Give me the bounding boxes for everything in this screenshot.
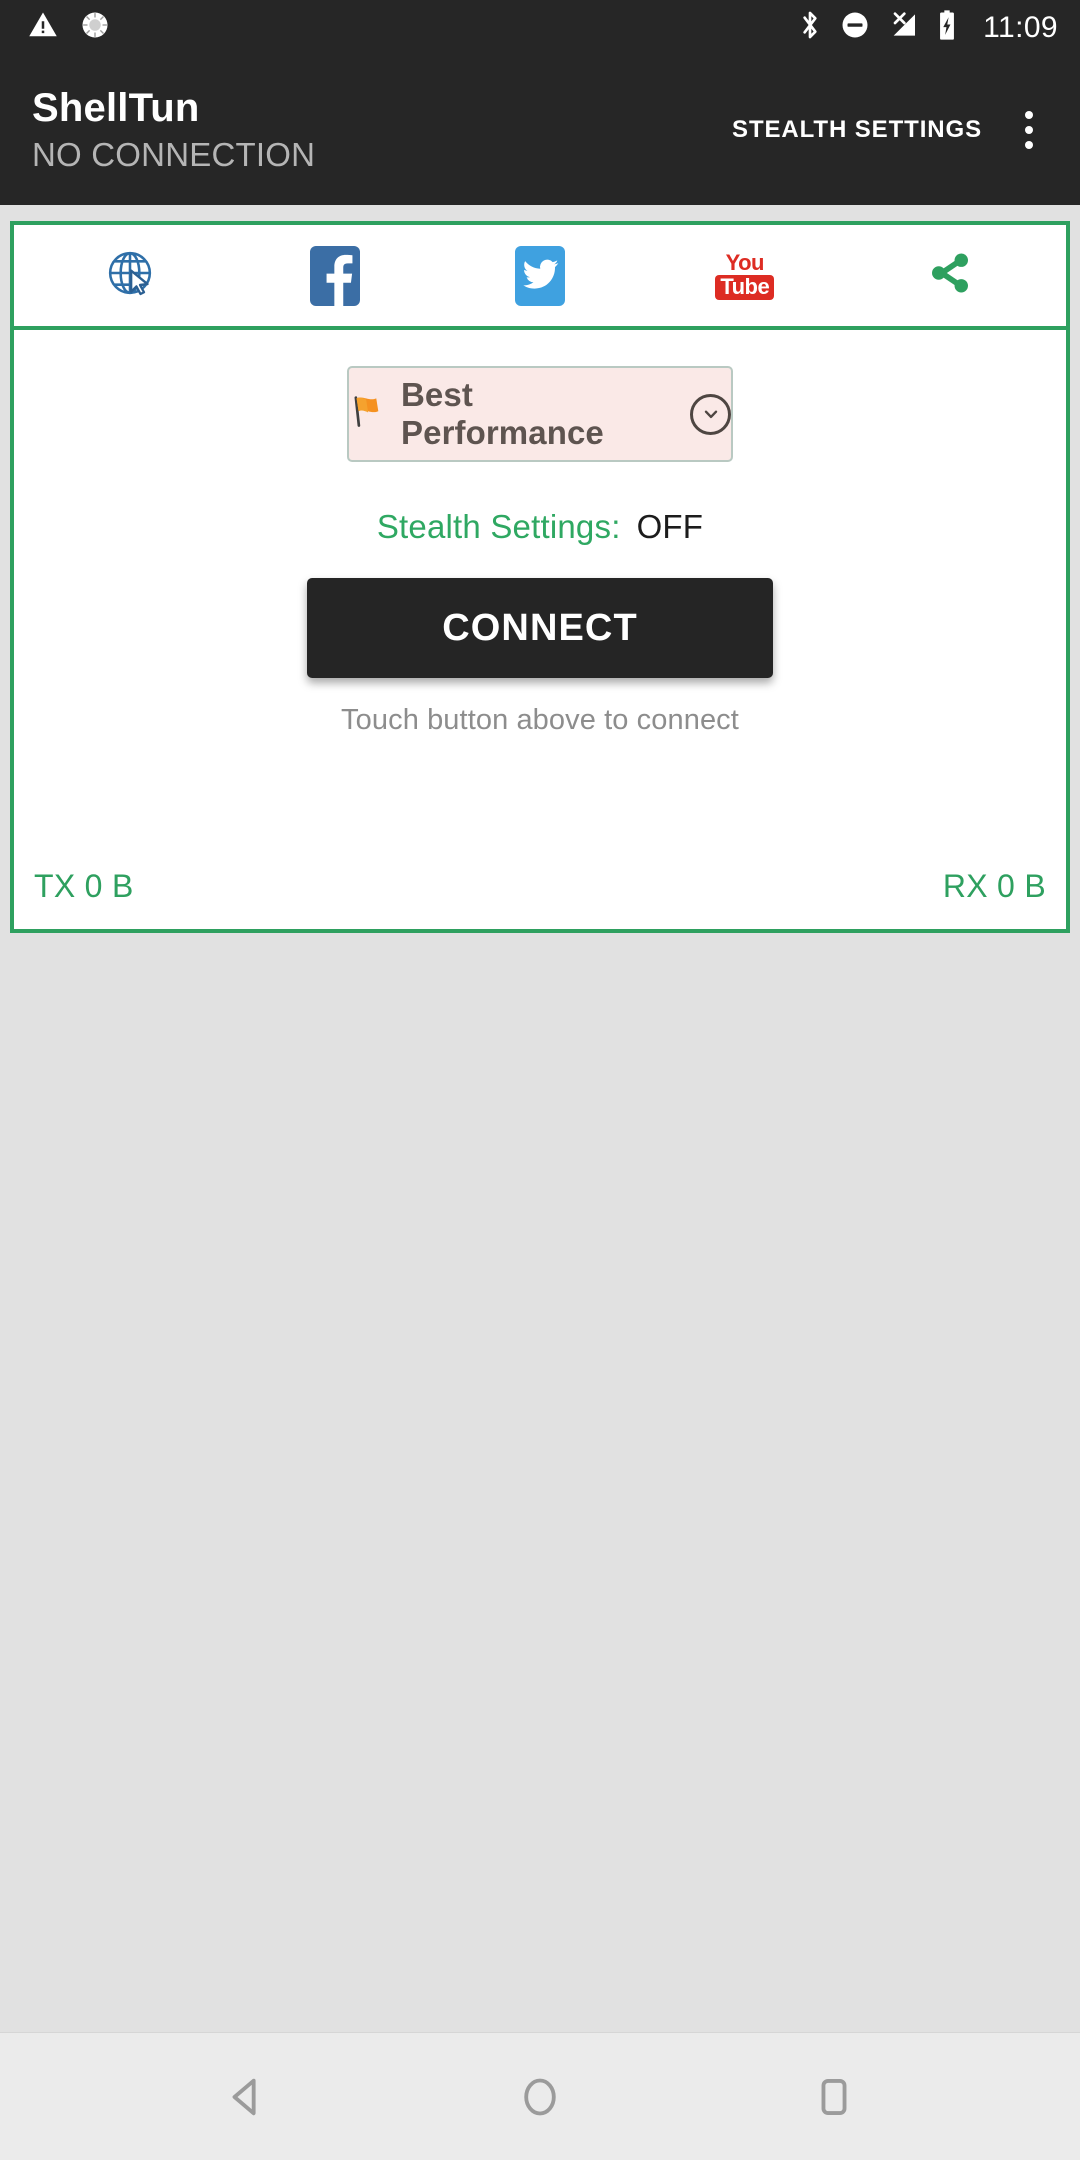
recents-square-icon[interactable] [786, 2049, 882, 2145]
youtube-icon-you-text: You [725, 249, 765, 275]
tx-counter: TX 0 B [34, 868, 134, 904]
share-button[interactable] [890, 233, 1010, 319]
spinner-icon [80, 10, 110, 45]
app-title: ShellTun [32, 85, 200, 130]
connection-status-subtitle: NO CONNECTION [32, 135, 316, 173]
main-card: You Tube Best Performance Stealth Settin… [10, 221, 1070, 933]
youtube-button[interactable]: You Tube [685, 233, 805, 319]
status-bar: 11:09 [0, 0, 1080, 55]
youtube-icon: You Tube [715, 249, 775, 300]
social-shortcuts-row: You Tube [14, 225, 1066, 330]
twitter-icon [514, 245, 565, 306]
app-bar: ShellTun NO CONNECTION STEALTH SETTINGS [0, 55, 1080, 205]
stealth-settings-action[interactable]: STEALTH SETTINGS [722, 100, 992, 160]
connect-hint-text: Touch button above to connect [341, 704, 739, 736]
overflow-menu-icon[interactable] [998, 99, 1060, 161]
stealth-settings-status: Stealth Settings: OFF [377, 508, 703, 546]
app-bar-actions: STEALTH SETTINGS [722, 99, 1060, 161]
bluetooth-icon [797, 9, 823, 46]
stealth-settings-status-value: OFF [636, 508, 704, 545]
profile-selector[interactable]: Best Performance [347, 366, 733, 462]
content-spacer [0, 933, 1080, 2032]
youtube-icon-tube-text: Tube [715, 274, 775, 300]
app-screen: 11:09 ShellTun NO CONNECTION STEALTH SET… [0, 0, 1080, 2160]
profile-selector-label: Best Performance [401, 376, 604, 451]
globe-browser-icon [102, 245, 158, 306]
no-signal-icon [887, 9, 919, 46]
chevron-down-icon[interactable] [690, 393, 731, 435]
traffic-counters: TX 0 B RX 0 B [14, 868, 1066, 905]
share-icon [924, 247, 976, 304]
card-body: Best Performance Stealth Settings: OFF C… [14, 330, 1066, 929]
main-card-wrapper: You Tube Best Performance Stealth Settin… [0, 205, 1080, 933]
app-bar-title-group: ShellTun NO CONNECTION [32, 85, 315, 175]
warning-triangle-icon [28, 10, 58, 45]
rx-counter: RX 0 B [942, 868, 1046, 904]
home-circle-icon[interactable] [492, 2049, 588, 2145]
do-not-disturb-icon [840, 10, 870, 45]
twitter-button[interactable] [480, 233, 600, 319]
status-bar-left-icons [28, 10, 110, 45]
system-navigation-bar [0, 2032, 1080, 2160]
facebook-button[interactable] [275, 233, 395, 319]
status-bar-right-icons: 11:09 [797, 9, 1058, 46]
globe-browser-button[interactable] [70, 233, 190, 319]
battery-charging-icon [936, 9, 958, 46]
flag-icon [349, 394, 387, 434]
back-triangle-icon[interactable] [198, 2049, 294, 2145]
connect-button[interactable]: CONNECT [307, 578, 773, 678]
facebook-icon [310, 245, 361, 306]
stealth-settings-status-label: Stealth Settings: [376, 508, 621, 545]
status-bar-clock: 11:09 [983, 10, 1058, 44]
